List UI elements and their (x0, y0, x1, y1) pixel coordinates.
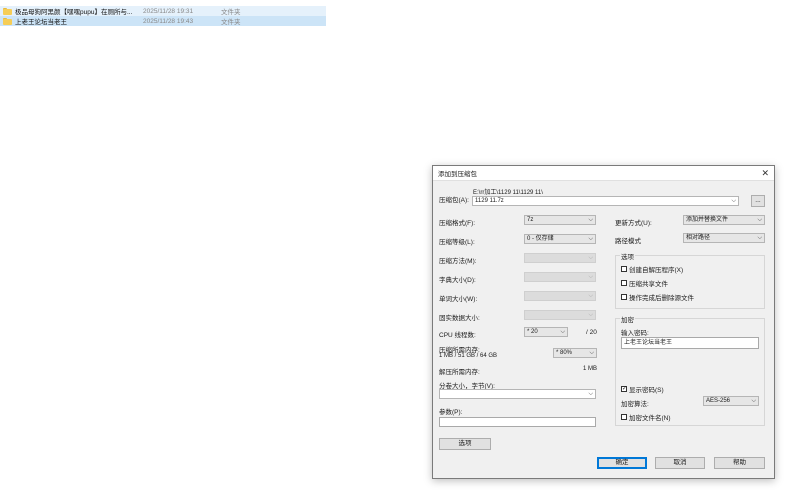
help-button[interactable]: 帮助 (714, 457, 765, 469)
encrypt-names-label: 加密文件名(N) (629, 415, 671, 422)
file-row[interactable]: 极品母狗阿黑颜【嘿嘿pupu】在厕所与... 2025/11/28 19:31 … (0, 6, 326, 16)
format-select[interactable]: 7z ⌵ (524, 215, 596, 225)
format-label: 压缩格式(F): (439, 220, 476, 227)
enc-method-select[interactable]: AES-256 ⌵ (703, 396, 759, 406)
password-label: 输入密码: (621, 330, 649, 337)
chevron-down-icon: ⌵ (588, 217, 593, 223)
chevron-down-icon: ⌵ (588, 391, 593, 397)
sfx-checkbox[interactable]: 创建自解压程序(X) (621, 264, 683, 274)
format-value: 7z (527, 217, 534, 223)
dialog-title: 添加到压缩包 (438, 171, 477, 178)
path-value: 相对路径 (686, 235, 711, 241)
chevron-down-icon: ⌵ (588, 312, 593, 318)
params-input[interactable] (439, 417, 596, 427)
file-type: 文件夹 (221, 19, 241, 26)
chevron-down-icon: ⌵ (589, 350, 594, 356)
delete-source-checkbox[interactable]: 操作完成后删除源文件 (621, 292, 694, 302)
dialog-titlebar: 添加到压缩包 ✕ (433, 166, 774, 181)
show-password-checkbox[interactable]: ✓ 显示密码(S) (621, 384, 664, 394)
chevron-down-icon: ⌵ (588, 255, 593, 261)
cpu-value: * 20 (527, 329, 538, 335)
browse-button[interactable]: ... (751, 195, 765, 207)
checkbox-box (621, 266, 627, 272)
cpu-max: / 20 (586, 329, 597, 336)
chevron-down-icon: ⌵ (757, 235, 762, 241)
file-name: 极品母狗阿黑颜【嘿嘿pupu】在厕所与... (15, 9, 133, 16)
level-label: 压缩等级(L): (439, 239, 475, 246)
encryption-group-title: 加密 (620, 314, 635, 324)
archive-path: E:\rr加工\1129 11\1129 11\ (473, 190, 543, 196)
sfx-label: 创建自解压程序(X) (629, 267, 684, 274)
decomp-value: 1 MB (583, 366, 598, 372)
file-type: 文件夹 (221, 9, 241, 16)
cancel-button[interactable]: 取消 (655, 457, 705, 469)
method-label: 压缩方法(M): (439, 258, 477, 265)
update-select[interactable]: 添加并替换文件 ⌵ (683, 215, 765, 225)
level-value: 0 - 仅存储 (527, 236, 554, 242)
add-to-archive-dialog: 添加到压缩包 ✕ 压缩包(A): E:\rr加工\1129 11\1129 11… (432, 165, 775, 479)
ok-button[interactable]: 确定 (597, 457, 647, 469)
file-list: 极品母狗阿黑颜【嘿嘿pupu】在厕所与... 2025/11/28 19:31 … (0, 6, 326, 26)
checkbox-box: ✓ (621, 386, 628, 392)
chevron-down-icon[interactable]: ⌵ (731, 197, 736, 206)
mem-select[interactable]: * 80% ⌵ (553, 348, 597, 358)
close-icon[interactable]: ✕ (761, 168, 769, 178)
archive-name-combo[interactable]: 1129 11.7z ⌵ (472, 196, 739, 206)
chevron-down-icon: ⌵ (588, 236, 593, 242)
path-label: 路径模式 (615, 238, 641, 245)
chevron-down-icon: ⌵ (588, 274, 593, 280)
enc-method-value: AES-256 (706, 398, 731, 404)
delete-source-label: 操作完成后删除源文件 (629, 295, 694, 302)
update-value: 添加并替换文件 (686, 217, 729, 223)
word-label: 单词大小(W): (439, 296, 478, 303)
show-password-label: 显示密码(S) (629, 387, 664, 394)
file-name: 上老王论坛当老王 (15, 19, 67, 26)
folder-icon (3, 17, 12, 25)
chevron-down-icon: ⌵ (751, 398, 756, 404)
path-select[interactable]: 相对路径 ⌵ (683, 233, 765, 243)
file-row[interactable]: 上老王论坛当老王 2025/11/28 19:43 文件夹 (0, 16, 326, 26)
shared-label: 压缩共享文件 (629, 281, 668, 288)
checkbox-box (621, 294, 627, 300)
method-select: ⌵ (524, 253, 596, 263)
dict-label: 字典大小(D): (439, 277, 476, 284)
shared-checkbox[interactable]: 压缩共享文件 (621, 278, 668, 288)
cpu-label: CPU 线程数: (439, 332, 476, 339)
file-date: 2025/11/28 19:43 (143, 17, 194, 25)
options-button[interactable]: 选项 (439, 438, 491, 450)
archive-name-value: 1129 11.7z (475, 198, 504, 204)
chevron-down-icon: ⌵ (588, 293, 593, 299)
encrypt-names-checkbox[interactable]: 加密文件名(N) (621, 412, 671, 422)
mem-value: * 80% (556, 350, 573, 356)
options-group-title: 选项 (620, 251, 635, 261)
checkbox-box (621, 280, 627, 286)
cpu-select[interactable]: * 20 ⌵ (524, 327, 568, 337)
dict-select: ⌵ (524, 272, 596, 282)
password-input[interactable]: 上老王论坛当老王 (621, 337, 759, 349)
decomp-label: 解压所需内存: (439, 369, 480, 376)
solid-label: 固实数据大小: (439, 315, 480, 322)
checkbox-box (621, 414, 627, 420)
solid-select: ⌵ (524, 310, 596, 320)
chevron-down-icon: ⌵ (757, 217, 762, 223)
level-select[interactable]: 0 - 仅存储 ⌵ (524, 234, 596, 244)
archive-label: 压缩包(A): (439, 197, 469, 204)
chevron-down-icon: ⌵ (560, 329, 565, 335)
word-select: ⌵ (524, 291, 596, 301)
params-label: 参数(P): (439, 409, 463, 416)
folder-icon (3, 7, 12, 15)
file-date: 2025/11/28 19:31 (143, 7, 194, 15)
mem-detail: 1 MB / 51 GB / 64 GB (439, 353, 498, 359)
update-label: 更新方式(U): (615, 220, 652, 227)
enc-method-label: 加密算法: (621, 401, 649, 408)
split-combo[interactable]: ⌵ (439, 389, 596, 399)
